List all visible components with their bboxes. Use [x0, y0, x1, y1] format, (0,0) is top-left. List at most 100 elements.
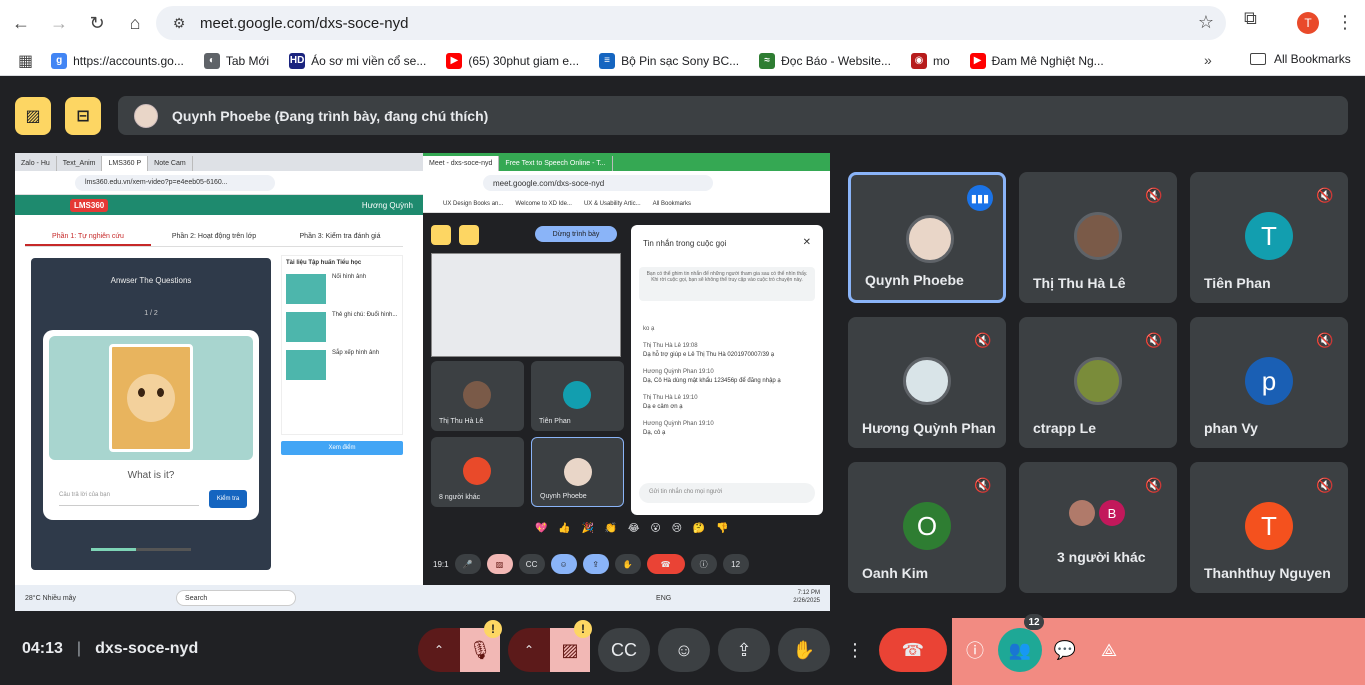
- meet-bookmark-item[interactable]: UX & Usability Artic...: [584, 201, 641, 207]
- meet-browser-tab[interactable]: Meet - dxs-soce-nyd: [423, 156, 500, 171]
- lms-browser-tab[interactable]: Note Cam: [148, 156, 193, 171]
- lms-logo: LMS360: [70, 198, 109, 212]
- participant-tile[interactable]: T 🔇 Tiên Phan: [1190, 172, 1348, 303]
- participant-tile[interactable]: ▮▮▮ Quynh Phoebe: [848, 172, 1006, 303]
- nested-people-icon[interactable]: 12: [722, 554, 749, 574]
- nested-cam-off-icon[interactable]: ▨: [486, 554, 513, 574]
- captions-icon[interactable]: CC: [598, 628, 650, 672]
- meet-tab-strip: Meet - dxs-soce-nyd Free Text to Speech O…: [423, 153, 830, 171]
- nested-participant-tile[interactable]: Thị Thu Hà Lê: [431, 361, 524, 431]
- close-chat-icon[interactable]: ✕: [803, 237, 811, 248]
- meet-bookmark-item[interactable]: Welcome to XD Ide...: [515, 201, 572, 207]
- lms-tab-strip: Zalo - Hu Text_Anim LMS360 P Note Cam: [15, 153, 423, 171]
- bookmark-item[interactable]: ≡ Bộ Pin sạc Sony BC...: [599, 52, 739, 69]
- quiz-check-button[interactable]: Kiểm tra: [209, 490, 247, 508]
- address-bar[interactable]: ⚙ meet.google.com/dxs-soce-nyd ☆: [156, 6, 1226, 40]
- nested-info-icon[interactable]: ⓘ: [690, 554, 717, 574]
- raise-hand-icon[interactable]: ✋: [778, 628, 830, 672]
- nested-captions-icon[interactable]: CC: [518, 554, 545, 574]
- leave-call-icon[interactable]: ☎: [879, 628, 947, 672]
- site-info-icon[interactable]: ⚙: [164, 15, 194, 32]
- activities-icon[interactable]: ⟁: [1089, 630, 1129, 670]
- people-icon[interactable]: 👥: [998, 628, 1042, 672]
- participant-tile[interactable]: p 🔇 phan Vy: [1190, 317, 1348, 448]
- participant-avatar: T: [1245, 212, 1293, 260]
- participant-tile[interactable]: B 🔇 3 người khác: [1019, 462, 1177, 593]
- nested-participant-tile[interactable]: Tiên Phan: [531, 361, 624, 431]
- lesson-item[interactable]: Sắp xếp hình ảnh: [282, 346, 402, 384]
- nested-participant-tile[interactable]: 8 người khác: [431, 437, 524, 507]
- mic-off-icon: 🔇: [974, 331, 992, 348]
- participant-tile[interactable]: 🔇 Hương Quỳnh Phan: [848, 317, 1006, 448]
- nested-present-icon[interactable]: ⇪: [582, 554, 609, 574]
- more-options-icon[interactable]: ⋮: [838, 628, 872, 672]
- bookmarks-overflow-icon[interactable]: »: [1204, 52, 1212, 68]
- lesson-title: Nối hình ảnh: [332, 274, 367, 280]
- taskbar-search[interactable]: Search: [176, 590, 297, 606]
- bookmark-item[interactable]: ▶ (65) 30phut giam e...: [446, 52, 579, 69]
- taskbar-clock: 7:12 PM 2/26/2025: [793, 589, 820, 605]
- bookmark-item[interactable]: ◉ mo: [910, 52, 950, 69]
- forward-arrow-icon[interactable]: →: [42, 6, 76, 40]
- chat-panel: Tin nhắn trong cuộc gọi ✕ Bạn có thể ghi…: [631, 225, 823, 515]
- profile-avatar[interactable]: T: [1297, 12, 1319, 34]
- nested-hand-icon[interactable]: ✋: [614, 554, 641, 574]
- quiz-count: 1 / 2: [144, 310, 158, 317]
- quiz-panel: Anwser The Questions 1 / 2 What is it? C…: [31, 258, 271, 570]
- bookmark-star-icon[interactable]: ☆: [1198, 12, 1214, 33]
- lms-browser-tab[interactable]: LMS360 P: [102, 156, 149, 171]
- bookmark-item[interactable]: ▶ Đam Mê Nghiệt Ng...: [969, 52, 1104, 69]
- participant-tile[interactable]: 🔇 Thị Thu Hà Lê: [1019, 172, 1177, 303]
- nested-participant-tile[interactable]: Quynh Phoebe: [531, 437, 624, 507]
- stop-presenting-button[interactable]: Dừng trình bày: [535, 226, 617, 242]
- lms-browser-tab[interactable]: Text_Anim: [57, 156, 103, 171]
- bookmark-item[interactable]: ◐ Tab Mới: [203, 52, 269, 69]
- all-bookmarks-button[interactable]: All Bookmarks: [1250, 52, 1351, 66]
- stop-annotation-icon[interactable]: ▨: [15, 97, 51, 135]
- meet-bookmark-item[interactable]: UX Design Books an...: [443, 201, 503, 207]
- lms-browser-tab[interactable]: Zalo - Hu: [15, 156, 57, 171]
- exit-present-icon[interactable]: ⊟: [65, 97, 101, 135]
- chat-icon[interactable]: 💬: [1045, 630, 1085, 670]
- extensions-icon[interactable]: ⧉: [1244, 8, 1257, 29]
- participant-tile[interactable]: T 🔇 Thanhthuy Nguyen: [1190, 462, 1348, 593]
- lms-part-tab[interactable]: Phần 3: Kiểm tra đánh giá: [277, 229, 403, 246]
- participant-tile[interactable]: 🔇 ctrapp Le: [1019, 317, 1177, 448]
- reload-icon[interactable]: ↻: [80, 6, 114, 40]
- browser-menu-icon[interactable]: ⋮: [1336, 12, 1354, 33]
- mic-options-icon[interactable]: ⌃: [418, 643, 460, 657]
- home-icon[interactable]: ⌂: [118, 6, 152, 40]
- meeting-details-icon[interactable]: ⓘ: [955, 630, 995, 670]
- nested-leave-icon[interactable]: ☎: [646, 554, 685, 574]
- apps-grid-icon[interactable]: ▦: [18, 51, 33, 71]
- lms-header: LMS360 Hương Quỳnh: [15, 195, 423, 215]
- nested-exit-icon[interactable]: [459, 225, 479, 245]
- nested-mic-icon[interactable]: 🎤: [454, 554, 481, 574]
- chat-input[interactable]: Gửi tin nhắn cho mọi người: [639, 483, 815, 503]
- lesson-item[interactable]: Nối hình ảnh: [282, 270, 402, 308]
- meet-browser-tab[interactable]: Free Text to Speech Online - T...: [499, 156, 613, 171]
- chat-sender: Thị Thu Hà Lê 19:10: [643, 395, 698, 401]
- nested-emoji-icon[interactable]: ☺: [550, 554, 577, 574]
- camera-options-icon[interactable]: ⌃: [508, 643, 550, 657]
- meet-bookmarks: UX Design Books an... Welcome to XD Ide..…: [423, 195, 830, 213]
- lesson-item[interactable]: Thẻ ghi chú: Đuổi hình...: [282, 308, 402, 346]
- lms-part-tab[interactable]: Phần 2: Hoạt động trên lớp: [151, 229, 277, 246]
- bookmark-item[interactable]: HD Áo sơ mi viền cổ se...: [289, 52, 426, 69]
- bookmark-item[interactable]: g https://accounts.go...: [51, 52, 184, 69]
- camera-control[interactable]: ⌃ ▨ !: [508, 620, 592, 672]
- participant-tile[interactable]: O 🔇 Oanh Kim: [848, 462, 1006, 593]
- taskbar-search-label: Search: [185, 594, 208, 602]
- reaction-bar[interactable]: 💖 👍 🎉 👏 😂 😮 😢 🤔 👎: [535, 523, 732, 534]
- present-screen-icon[interactable]: ⇪: [718, 628, 770, 672]
- back-arrow-icon[interactable]: ←: [4, 6, 38, 40]
- see-score-button[interactable]: Xem điểm: [281, 441, 403, 455]
- lms-part-tab[interactable]: Phần 1: Tự nghiên cứu: [25, 229, 151, 246]
- quiz-answer-input[interactable]: Câu trả lời của bạn: [59, 492, 199, 506]
- bookmark-label: Đọc Báo - Website...: [781, 53, 891, 68]
- emoji-icon[interactable]: ☺: [658, 628, 710, 672]
- mic-control[interactable]: ⌃ 🎙 !: [418, 620, 502, 672]
- bookmark-item[interactable]: ≈ Đọc Báo - Website...: [759, 52, 891, 69]
- nested-annotate-icon[interactable]: [431, 225, 451, 245]
- meet-bookmark-item[interactable]: All Bookmarks: [653, 201, 691, 207]
